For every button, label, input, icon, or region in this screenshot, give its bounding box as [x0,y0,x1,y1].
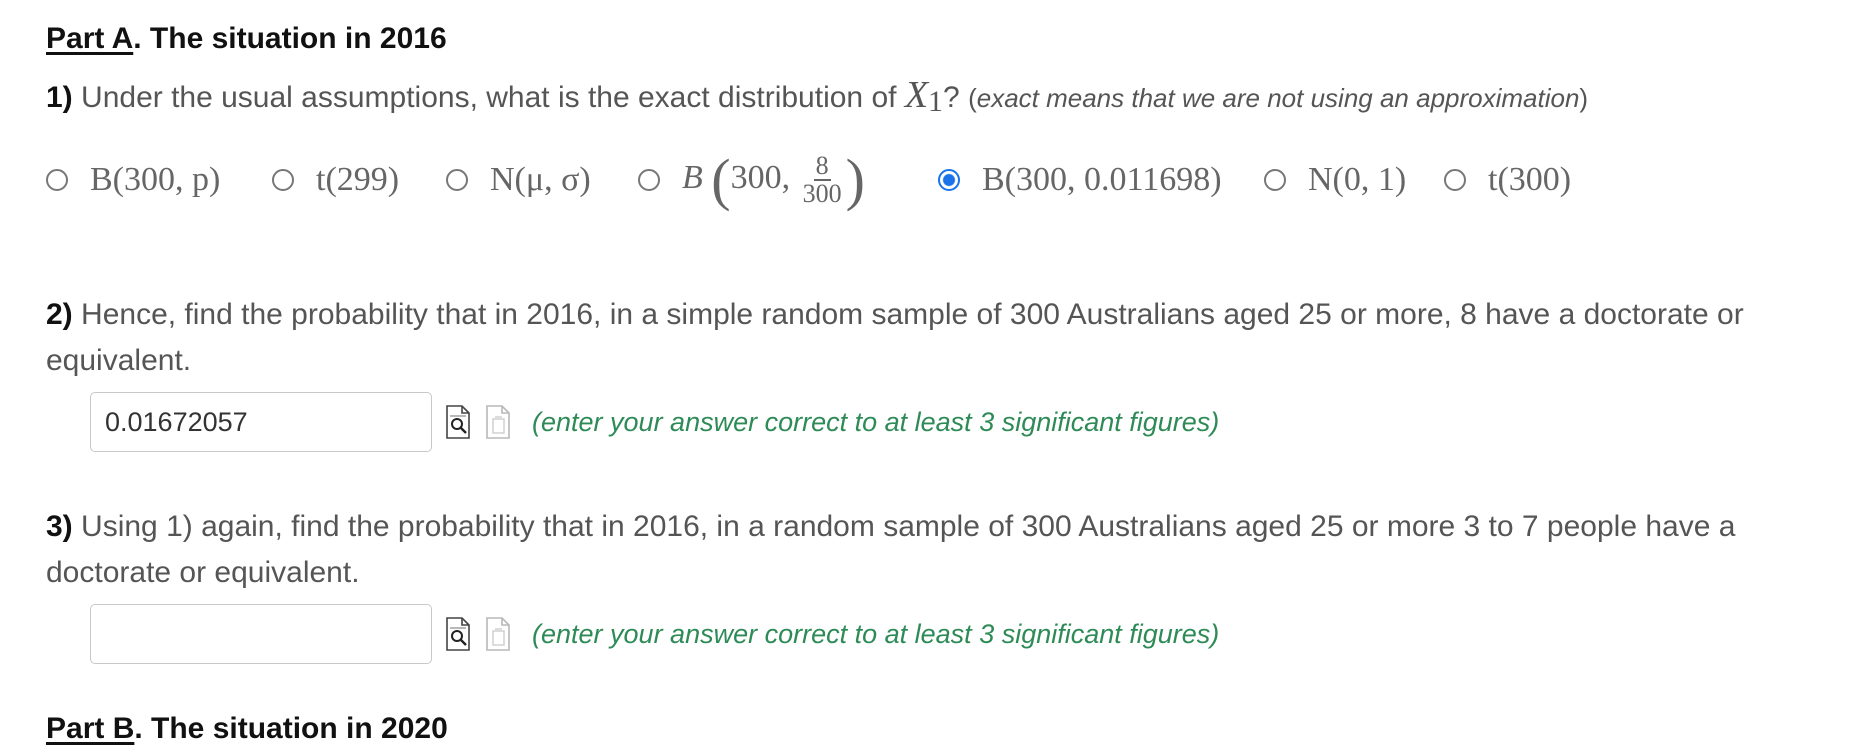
radio-button[interactable] [1444,169,1466,191]
option-binomial-p[interactable]: B(300, p) [46,150,220,210]
option-label: t(299) [316,161,400,198]
option-binomial-fraction[interactable]: B (300, 8 300) [638,150,865,210]
option-label: N(0, 1) [1308,161,1407,198]
option-label: B(300, 0.011698) [982,161,1222,198]
question-1-note: (exact means that we are not using an ap… [968,83,1589,113]
part-b-title: . The situation in 2020 [134,712,448,745]
question-3-answer-input[interactable] [90,604,432,664]
question-2-hint: (enter your answer correct to at least 3… [532,406,1220,437]
fraction-8-over-300: 8 300 [802,151,842,208]
question-3-number: 3) [46,510,73,543]
magnifier-page-icon[interactable] [444,617,472,651]
question-2-answer-input[interactable] [90,392,432,452]
option-t-300[interactable]: t(300) [1444,150,1571,210]
question-mark: ? [943,81,960,114]
radio-button[interactable] [46,169,68,191]
option-label: N(μ, σ) [490,161,591,198]
option-label: t(300) [1488,161,1572,198]
part-a-heading: Part A. The situation in 2016 [46,22,447,56]
radio-button[interactable] [272,169,294,191]
option-label: B (300, 8 300) [682,147,865,212]
paste-page-icon[interactable] [484,405,512,439]
question-1-text: Under the usual assumptions, what is the… [81,81,897,114]
question-2: 2) Hence, find the probability that in 2… [46,292,1796,384]
question-2-answer-row: (enter your answer correct to at least 3… [90,392,1219,452]
magnifier-page-icon[interactable] [444,405,472,439]
radio-button[interactable] [1264,169,1286,191]
part-a-label: Part A [46,22,134,55]
question-1-number: 1) [46,81,73,114]
radio-button[interactable] [446,169,468,191]
part-b-heading: Part B. The situation in 2020 [46,712,448,746]
question-2-text: Hence, find the probability that in 2016… [46,298,1744,377]
variable-x1: X1 [904,74,944,118]
radio-button[interactable] [638,169,660,191]
question-1: 1) Under the usual assumptions, what is … [46,72,1588,121]
question-3-hint: (enter your answer correct to at least 3… [532,618,1220,649]
radio-button-selected[interactable] [938,169,960,191]
question-3: 3) Using 1) again, find the probability … [46,504,1796,596]
option-label: B(300, p) [90,161,221,198]
question-3-text: Using 1) again, find the probability tha… [46,510,1736,589]
paste-page-icon[interactable] [484,617,512,651]
option-normal-mu-sigma[interactable]: N(μ, σ) [446,150,591,210]
question-3-answer-row: (enter your answer correct to at least 3… [90,604,1219,664]
part-a-title: . The situation in 2016 [133,22,447,55]
option-binomial-0-011698[interactable]: B(300, 0.011698) [938,150,1222,210]
option-t-299[interactable]: t(299) [272,150,399,210]
question-2-number: 2) [46,298,73,331]
part-b-label: Part B [46,712,135,745]
distribution-options: B(300, p) t(299) N(μ, σ) B (300, 8 300) B… [46,150,1806,210]
option-normal-0-1[interactable]: N(0, 1) [1264,150,1406,210]
